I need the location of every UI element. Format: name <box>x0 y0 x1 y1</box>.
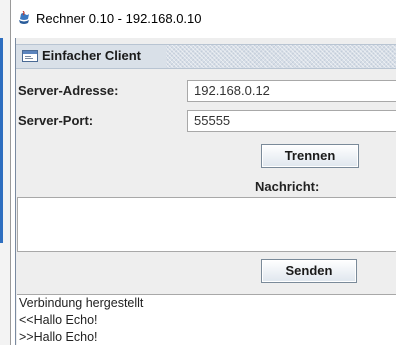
frame-title-tab: Einfacher Client <box>16 45 166 68</box>
internal-frame: Einfacher Client Server-Adresse: 192.168… <box>15 38 396 345</box>
frame-titlebar[interactable]: Einfacher Client <box>16 44 396 69</box>
disconnect-button[interactable]: Trennen <box>261 144 359 168</box>
window-titlebar[interactable]: Rechner 0.10 - 192.168.0.10 <box>11 0 396 36</box>
background-window-edge <box>0 38 3 243</box>
window-icon <box>22 50 38 62</box>
server-address-input[interactable]: 192.168.0.12 <box>187 80 396 102</box>
log-line: Verbindung hergestellt <box>19 296 144 310</box>
server-port-label: Server-Port: <box>18 113 94 128</box>
server-address-label: Server-Adresse: <box>18 83 119 98</box>
log-line: >>Hallo Echo! <box>19 330 98 344</box>
desktop-background <box>0 0 10 345</box>
log-line: <<Hallo Echo! <box>19 313 98 327</box>
message-label: Nachricht: <box>255 179 320 194</box>
applet-window: Rechner 0.10 - 192.168.0.10 Einfacher Cl… <box>10 0 396 345</box>
java-cup-icon <box>19 11 29 24</box>
window-title: Rechner 0.10 - 192.168.0.10 <box>36 11 202 26</box>
message-input[interactable] <box>17 197 396 252</box>
frame-title: Einfacher Client <box>42 48 141 63</box>
server-port-input[interactable]: 55555 <box>187 110 396 132</box>
connection-log[interactable]: Verbindung hergestellt <<Hallo Echo! >>H… <box>17 294 396 345</box>
send-button[interactable]: Senden <box>261 259 357 283</box>
